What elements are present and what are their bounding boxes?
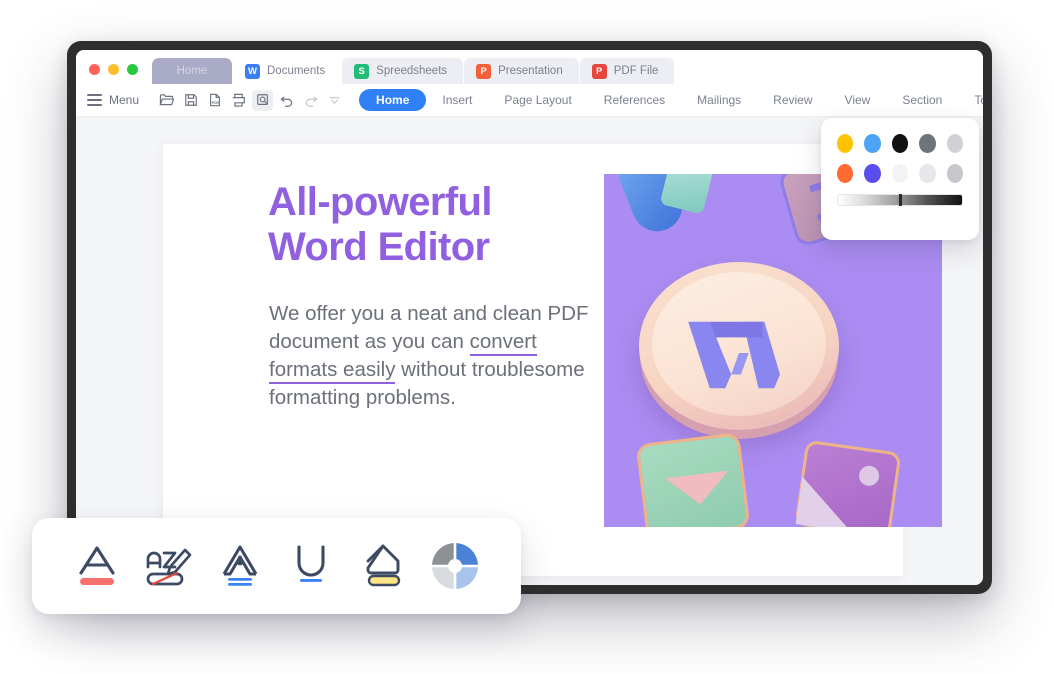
app-tab-spreadsheets-label: Spreedsheets	[376, 65, 448, 77]
grayscale-slider-handle[interactable]	[898, 194, 902, 206]
tab-view-label: View	[844, 93, 871, 107]
app-tab-spreadsheets[interactable]: S Spreedsheets	[342, 58, 464, 84]
color-swatch-row-2	[837, 164, 964, 183]
title-bar: Home W Documents S Spreedsheets P Presen…	[76, 50, 983, 84]
close-window-button[interactable]	[89, 64, 100, 75]
color-wheel-button[interactable]	[420, 531, 492, 601]
page-body-text: We offer you a neat and clean PDF docume…	[269, 300, 589, 412]
color-wheel-icon	[432, 543, 479, 589]
color-swatch-indigo[interactable]	[864, 164, 881, 183]
highlighter-pen-icon	[366, 544, 400, 587]
color-swatch-yellow[interactable]	[837, 134, 854, 153]
font-color-button[interactable]	[62, 531, 134, 601]
tab-references[interactable]: References	[588, 90, 681, 111]
page-title-line1: All-powerful	[268, 180, 493, 224]
chevron-down-icon[interactable]	[324, 90, 345, 111]
presentation-icon: P	[476, 63, 492, 79]
clear-formatting-button[interactable]	[134, 531, 206, 601]
color-swatch-pale-gray[interactable]	[919, 164, 936, 183]
body-text-part1: We offer you a neat and clean PDF docume…	[269, 302, 589, 354]
export-pdf-icon[interactable]: PDF	[204, 90, 225, 111]
app-tab-pdf-file[interactable]: P PDF File	[579, 58, 675, 84]
pdf-icon: P	[591, 63, 607, 79]
tab-insert-label: Insert	[442, 93, 473, 107]
text-effect-button[interactable]	[205, 531, 277, 601]
underline-icon	[297, 545, 325, 582]
ribbon-tab-strip: Home Insert Page Layout References Maili…	[359, 89, 983, 111]
page-title: All-powerful Word Editor	[268, 180, 598, 270]
app-tab-presentation-label: Presentation	[498, 65, 563, 77]
app-tab-home-label: Home	[176, 65, 208, 77]
spreadsheet-icon: S	[354, 63, 370, 79]
open-folder-icon[interactable]	[156, 90, 177, 111]
tab-review-label: Review	[773, 93, 813, 107]
tab-review[interactable]: Review	[757, 90, 828, 111]
app-tab-home[interactable]: Home	[152, 58, 232, 84]
decor-green-tile	[635, 432, 751, 527]
wps-w-logo-icon	[688, 321, 780, 389]
quick-access-toolbar: PDF	[156, 89, 345, 111]
word-icon: W	[245, 63, 260, 79]
tab-view[interactable]: View	[829, 90, 887, 111]
tab-insert[interactable]: Insert	[426, 90, 488, 111]
grayscale-slider[interactable]	[837, 194, 963, 206]
decor-purple-tile	[794, 439, 902, 527]
maximize-window-button[interactable]	[127, 64, 138, 75]
ribbon-bar: Menu PDF Home Insert Page Layout Referen…	[76, 84, 983, 117]
tab-tools[interactable]: Tools	[958, 90, 983, 111]
menu-button[interactable]: Menu	[87, 93, 139, 107]
color-swatch-blue[interactable]	[864, 134, 881, 153]
highlighter-button[interactable]	[348, 531, 420, 601]
tab-mailings[interactable]: Mailings	[681, 90, 757, 111]
app-tab-documents[interactable]: W Documents	[233, 58, 342, 84]
underline-button[interactable]	[277, 531, 349, 601]
window-controls	[76, 64, 152, 84]
format-toolbar	[32, 518, 521, 614]
hamburger-icon	[87, 94, 102, 106]
tab-home-label: Home	[376, 93, 410, 107]
text-effect-outline-icon	[222, 545, 258, 586]
tab-references-label: References	[603, 93, 666, 107]
color-swatch-row-1	[837, 134, 964, 153]
tab-section-label: Section	[902, 93, 943, 107]
document-page[interactable]: All-powerful Word Editor We offer you a …	[163, 144, 942, 576]
tab-page-layout-label: Page Layout	[504, 93, 572, 107]
tab-tools-label: Tools	[974, 93, 983, 107]
print-preview-icon[interactable]	[252, 89, 274, 111]
color-swatch-near-white[interactable]	[891, 164, 909, 183]
color-swatch-light-gray[interactable]	[946, 134, 964, 153]
app-tab-presentation[interactable]: P Presentation	[464, 58, 579, 84]
save-icon[interactable]	[180, 90, 201, 111]
app-tab-pdf-file-label: PDF File	[613, 65, 659, 77]
tab-page-layout[interactable]: Page Layout	[488, 90, 587, 111]
print-icon[interactable]	[228, 90, 249, 111]
redo-icon[interactable]	[300, 90, 321, 111]
color-swatch-black[interactable]	[891, 134, 909, 153]
font-color-icon	[79, 546, 115, 585]
app-tab-strip: Home W Documents S Spreedsheets P Presen…	[152, 50, 675, 84]
text-highlight-remove-icon	[146, 548, 192, 586]
app-tab-documents-label: Documents	[267, 65, 326, 77]
color-swatch-mid-gray[interactable]	[946, 164, 964, 183]
page-title-line2: Word Editor	[268, 225, 490, 270]
tab-mailings-label: Mailings	[697, 93, 742, 107]
color-picker-panel[interactable]	[821, 118, 979, 240]
tab-home[interactable]: Home	[359, 89, 427, 111]
screenshot-root: Home W Documents S Spreedsheets P Presen…	[0, 0, 1054, 674]
color-swatch-orange[interactable]	[837, 164, 854, 183]
tab-section[interactable]: Section	[886, 90, 958, 111]
color-swatch-dark-gray[interactable]	[919, 134, 936, 153]
minimize-window-button[interactable]	[108, 64, 119, 75]
undo-icon[interactable]	[276, 90, 297, 111]
svg-text:PDF: PDF	[211, 100, 220, 105]
menu-label: Menu	[109, 93, 140, 107]
